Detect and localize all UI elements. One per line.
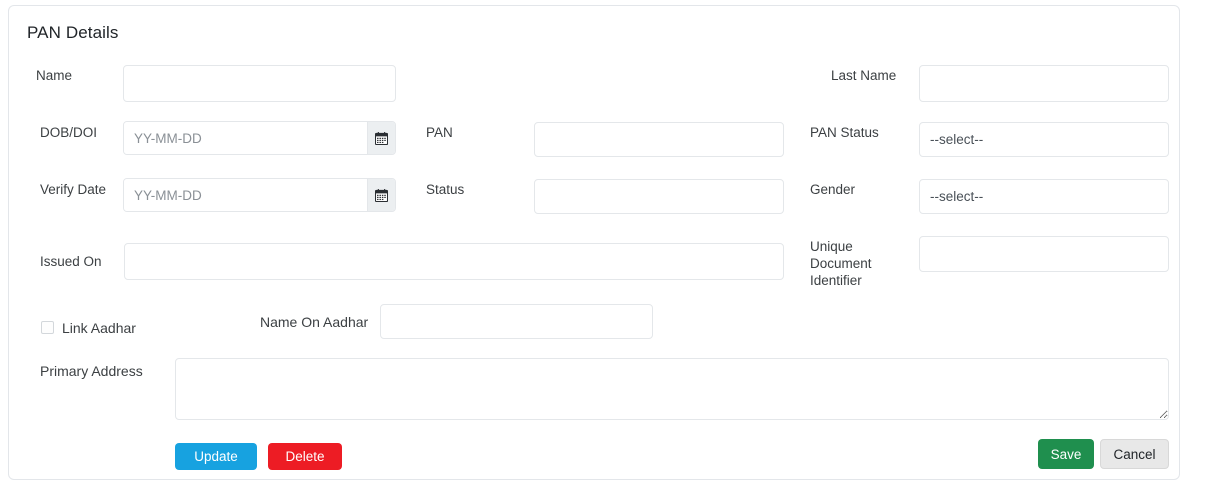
primary-address-textarea[interactable] bbox=[175, 358, 1169, 420]
cancel-button[interactable]: Cancel bbox=[1100, 439, 1169, 469]
gender-label: Gender bbox=[810, 182, 856, 197]
pan-input[interactable] bbox=[534, 122, 784, 157]
last-name-input[interactable] bbox=[919, 65, 1169, 102]
verify-date-input[interactable] bbox=[124, 179, 367, 211]
delete-button[interactable]: Delete bbox=[268, 443, 342, 470]
gender-select[interactable]: --select-- bbox=[919, 179, 1169, 214]
pan-status-value: --select-- bbox=[930, 132, 984, 147]
calendar-icon[interactable] bbox=[367, 179, 395, 211]
dob-doi-label: DOB/DOI bbox=[40, 125, 98, 140]
name-on-aadhar-input[interactable] bbox=[380, 304, 653, 339]
gender-value: --select-- bbox=[930, 189, 984, 204]
pan-label: PAN bbox=[426, 125, 453, 140]
update-button[interactable]: Update bbox=[175, 443, 257, 470]
status-input[interactable] bbox=[534, 179, 784, 214]
name-label: Name bbox=[36, 68, 73, 83]
verify-date-input-group bbox=[123, 178, 396, 212]
primary-address-label: Primary Address bbox=[40, 363, 143, 379]
status-label: Status bbox=[426, 182, 465, 197]
pan-status-select[interactable]: --select-- bbox=[919, 122, 1169, 157]
page-title: PAN Details bbox=[27, 23, 119, 42]
save-button[interactable]: Save bbox=[1038, 439, 1094, 469]
link-aadhar-checkbox[interactable] bbox=[41, 321, 54, 334]
unique-document-identifier-label: Unique Document Identifier bbox=[810, 239, 872, 288]
verify-date-label: Verify Date bbox=[40, 182, 107, 197]
issued-on-label: Issued On bbox=[40, 254, 102, 269]
pan-details-panel: PAN Details Name Last Name DOB/DOI YY-MM… bbox=[8, 5, 1180, 480]
dob-doi-input[interactable] bbox=[124, 122, 367, 154]
issued-on-input[interactable] bbox=[124, 243, 784, 280]
dob-doi-input-group bbox=[123, 121, 396, 155]
name-on-aadhar-label: Name On Aadhar bbox=[260, 314, 369, 330]
calendar-icon[interactable] bbox=[367, 122, 395, 154]
unique-document-identifier-input[interactable] bbox=[919, 236, 1169, 272]
last-name-label: Last Name bbox=[831, 68, 897, 83]
link-aadhar-label: Link Aadhar bbox=[62, 320, 136, 336]
pan-status-label: PAN Status bbox=[810, 125, 879, 140]
name-input[interactable] bbox=[123, 65, 396, 102]
